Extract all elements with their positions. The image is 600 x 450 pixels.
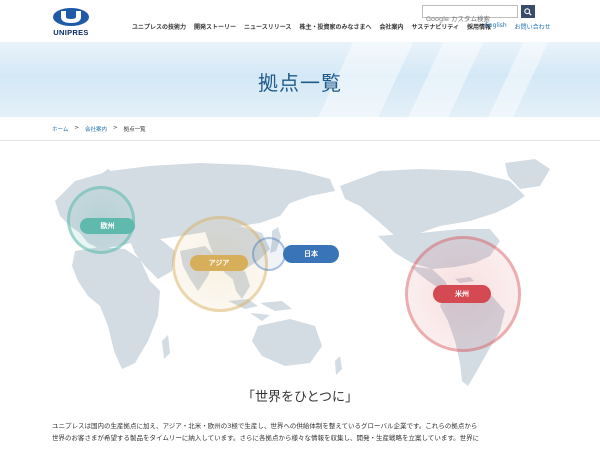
breadcrumb: ホーム > 会社案内 > 拠点一覧: [52, 125, 146, 133]
search-icon: [524, 7, 532, 16]
search-button[interactable]: [521, 5, 535, 18]
japan-region-button[interactable]: 日本: [283, 245, 339, 263]
nav-company[interactable]: 会社案内: [379, 22, 403, 32]
intro-line: ユニプレスは国内の生産拠点に加え、アジア・北米・欧州の3極で生産し、世界への供給…: [52, 422, 478, 430]
search-box[interactable]: [422, 5, 518, 25]
page-title: 拠点一覧: [258, 71, 342, 95]
section-tagline: 「世界をひとつに」: [241, 390, 359, 405]
breadcrumb-separator: >: [74, 125, 79, 131]
nav-technology[interactable]: ユニプレスの技術力: [132, 22, 186, 32]
breadcrumb-separator: >: [112, 125, 118, 131]
global-nav: ユニプレスの技術力 開発ストーリー ニュースリリース 株主・投資家のみなさまへ …: [132, 22, 491, 32]
unipres-logo[interactable]: UNIPRES: [50, 8, 92, 38]
english-link[interactable]: English: [485, 22, 507, 31]
intro-paragraph: ユニプレスは国内の生産拠点に加え、アジア・北米・欧州の3極で生産し、世界への供給…: [52, 420, 552, 444]
intro-line: 世界のお客さまが希望する製品をタイムリーに納入しています。さらに各拠点から様々な…: [52, 434, 480, 442]
nav-news-release[interactable]: ニュースリリース: [244, 22, 291, 32]
contact-link[interactable]: お問い合わせ: [515, 22, 551, 31]
utility-nav: English お問い合わせ: [485, 22, 551, 31]
world-map: 欧州 アジア 日本 米州: [0, 141, 600, 393]
breadcrumb-current: 拠点一覧: [123, 127, 146, 133]
europe-region-button[interactable]: 欧州: [80, 218, 135, 234]
page-hero: 拠点一覧: [0, 42, 600, 117]
breadcrumb-bar: ホーム > 会社案内 > 拠点一覧: [0, 117, 600, 141]
nav-development-story[interactable]: 開発ストーリー: [194, 22, 236, 32]
asia-region-button[interactable]: アジア: [190, 255, 248, 271]
logo-text: UNIPRES: [53, 28, 89, 37]
nav-investors[interactable]: 株主・投資家のみなさまへ: [299, 22, 371, 32]
site-header: UNIPRES ユニプレスの技術力 開発ストーリー ニュースリリース 株主・投資…: [0, 0, 600, 42]
japan-region-circle: [252, 237, 286, 271]
logo-mark-icon: [53, 8, 89, 26]
breadcrumb-home[interactable]: ホーム: [52, 125, 68, 133]
americas-region-button[interactable]: 米州: [433, 285, 491, 303]
breadcrumb-company[interactable]: 会社案内: [85, 125, 107, 133]
nav-sustainability[interactable]: サステナビリティ: [411, 22, 459, 32]
